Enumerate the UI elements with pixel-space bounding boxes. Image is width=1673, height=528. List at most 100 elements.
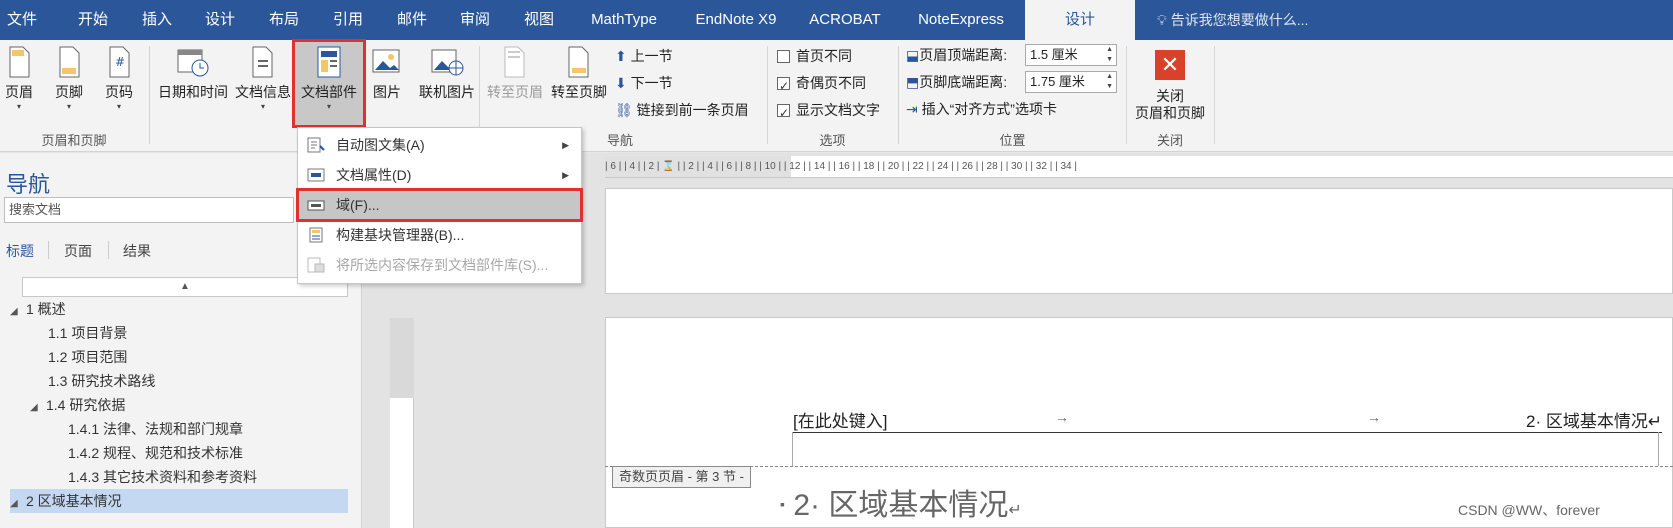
spinner-arrows-icon[interactable]: ▲ ▼ [1106,45,1113,65]
menu-item-autotext[interactable]: 自动图文集(A) ▶ [298,130,581,160]
tree-item[interactable]: ◢ 1.4 研究依据 [30,393,125,417]
horizontal-ruler[interactable]: | 6 | | 4 | | 2 | ⌛ | | 2 | | 4 | | 6 | … [605,156,1673,178]
tab-acrobat[interactable]: ACROBAT [800,0,890,40]
group-label-options: 选项 [819,133,846,148]
group-label-header-footer: 页眉和页脚 [41,133,107,148]
tab-separator [48,241,49,259]
tree-item[interactable]: 1.1 项目背景 [48,321,127,345]
header-from-top-label: ⬓︎页眉顶端距离: [906,47,1008,63]
doc-info-icon [252,46,273,78]
quick-parts-icon [317,46,341,78]
next-section-icon: ⬇︎ [615,75,627,91]
menu-item-building-blocks-organizer[interactable]: 构建基块管理器(B)... [298,220,581,250]
tab-view[interactable]: 视图 [512,0,566,40]
tree-item[interactable]: 1.4.3 其它技术资料和参考资料 [68,465,257,489]
vertical-ruler[interactable] [390,318,414,528]
page-number-icon: # [109,46,130,78]
header-section-tag: 奇数页页眉 - 第 3 节 - [612,466,751,488]
page-number-button[interactable]: # 页码 ▾ [100,42,138,128]
menu-item-document-property[interactable]: 文档属性(D) ▶ [298,160,581,190]
close-header-footer-button[interactable]: ✕ 关闭 页眉和页脚 [1130,42,1210,128]
watermark: CSDN @WW、forever [1458,502,1600,518]
chevron-down-icon: ▾ [116,102,121,111]
document-property-icon [307,168,325,182]
tree-item[interactable]: ◢ 1 概述 [10,297,66,321]
tab-review[interactable]: 审阅 [448,0,502,40]
group-separator [149,46,150,144]
online-pictures-button[interactable]: 联机图片 [412,42,482,128]
header-section-title[interactable]: 2· 区域基本情况↵ [1526,407,1662,432]
nav-tab-headings[interactable]: 标题 [6,241,34,261]
pictures-button[interactable]: 图片 [367,42,407,128]
goto-header-icon [504,46,525,78]
tab-file[interactable]: 文件 [0,0,44,40]
paragraph-mark-bullet-icon: ▪ [780,496,785,512]
tab-endnote[interactable]: EndNote X9 [684,0,788,40]
goto-footer-button[interactable]: 转至页脚 [548,42,610,128]
tab-home[interactable]: 开始 [64,0,122,40]
previous-section-button[interactable]: ⬆︎ 上一节 [615,44,673,68]
alignment-tab-icon: ⇥ [906,101,918,117]
ruler-margin [390,318,414,398]
lightbulb-icon: 💡︎ [1157,12,1167,28]
footer-icon [59,46,80,78]
tree-item[interactable]: 1.2 项目范围 [48,345,127,369]
tab-mailings[interactable]: 邮件 [384,0,440,40]
footer-position-icon: ⬒︎ [906,74,920,90]
expanded-triangle-icon[interactable]: ◢ [30,396,46,420]
date-time-button[interactable]: 日期和时间 [155,42,231,128]
tab-references[interactable]: 引用 [320,0,376,40]
footer-button[interactable]: 页脚 ▾ [50,42,88,128]
tab-layout[interactable]: 布局 [256,0,312,40]
nav-tab-pages[interactable]: 页面 [64,241,92,261]
tab-arrow-icon: → [1055,409,1069,425]
chevron-down-icon: ▾ [326,102,331,111]
checkbox-checked-icon [777,101,790,125]
tab-insert[interactable]: 插入 [130,0,184,40]
header-placeholder-text[interactable]: [在此处键入] [793,407,887,432]
picture-icon [372,49,400,73]
tab-mathtype[interactable]: MathType [578,0,670,40]
tab-design[interactable]: 设计 [192,0,248,40]
building-blocks-icon [309,227,323,243]
menu-item-save-selection-to-gallery[interactable]: 将所选内容保存到文档部件库(S)... [298,250,581,280]
tab-separator [108,241,109,259]
page-current[interactable] [605,317,1673,528]
spinner-arrows-icon[interactable]: ▲ ▼ [1106,72,1113,92]
insert-alignment-tab-button[interactable]: ⇥ 插入“对齐方式”选项卡 [906,97,1057,121]
nav-tab-results[interactable]: 结果 [123,241,151,261]
header-from-top-input[interactable]: 1.5 厘米 ▲ ▼ [1025,44,1117,66]
footer-from-bottom-input[interactable]: 1.75 厘米 ▲ ▼ [1025,71,1117,93]
tab-noteexpress[interactable]: NoteExpress [906,0,1016,40]
doc-info-button[interactable]: 文档信息 ▾ [233,42,293,128]
group-separator [1126,46,1127,144]
tab-header-footer-design[interactable]: 设计 [1025,0,1135,40]
next-section-button[interactable]: ⬇︎ 下一节 [615,71,673,95]
header-empty-paragraph[interactable] [792,432,1659,466]
navigation-search-input[interactable]: 搜索文档 [4,197,294,223]
tree-item[interactable]: 1.4.1 法律、法规和部门规章 [68,417,243,441]
show-document-text-checkbox[interactable]: 显示文档文字 [777,98,880,125]
expanded-triangle-icon[interactable]: ◢ [10,492,26,516]
link-to-previous-button[interactable]: ⛓︎ 链接到前一条页眉 [615,98,749,122]
previous-section-icon: ⬆︎ [615,48,627,64]
chevron-down-icon: ▾ [16,102,21,111]
tell-me-box[interactable]: 💡︎ 告诉我您想要做什么... [1157,0,1308,40]
different-odd-even-checkbox[interactable]: 奇偶页不同 [777,71,866,98]
tree-item-selected[interactable]: ◢ 2 区域基本情况 [10,489,348,513]
header-position-icon: ⬓︎ [906,47,920,63]
different-first-page-checkbox[interactable]: 首页不同 [777,44,852,68]
document-heading[interactable]: ▪ 2· 区域基本情况↵ [780,480,1022,524]
tree-item[interactable]: 1.4.2 规程、规范和技术标准 [68,441,243,465]
goto-header-button[interactable]: 转至页眉 [484,42,546,128]
menu-item-field[interactable]: 域(F)... [296,188,583,222]
quick-parts-button[interactable]: 文档部件 ▾ [292,39,366,128]
footer-from-bottom-label: ⬒︎页脚底端距离: [906,74,1008,90]
page-previous[interactable] [605,188,1673,294]
expanded-triangle-icon[interactable]: ◢ [10,300,26,324]
submenu-arrow-icon: ▶ [562,140,569,150]
tree-item[interactable]: 1.3 研究技术路线 [48,369,155,393]
group-label-position: 位置 [999,133,1026,148]
header-button[interactable]: 页眉 ▾ [0,42,38,128]
close-icon: ✕ [1155,50,1185,80]
